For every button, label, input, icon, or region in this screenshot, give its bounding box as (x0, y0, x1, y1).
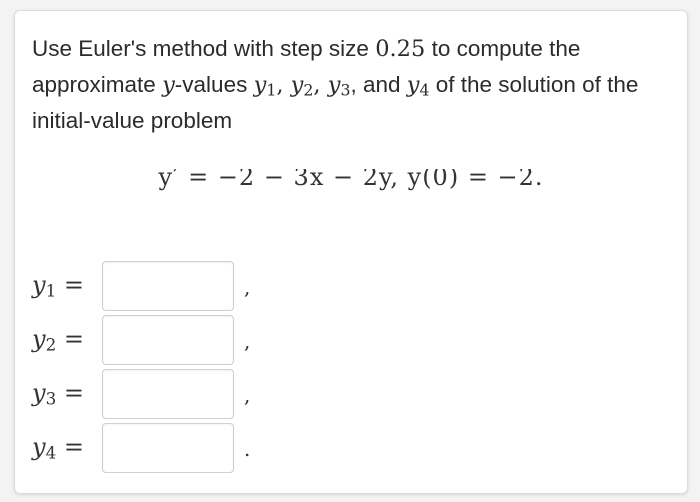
problem-statement: Use Euler's method with step size 0.25 t… (32, 31, 672, 139)
y2-symbol: y (290, 72, 304, 98)
separator: , (313, 72, 328, 98)
y1-answer-input[interactable] (102, 261, 234, 311)
trailing-comma: , (244, 329, 251, 353)
y3-answer-input[interactable] (102, 369, 234, 419)
y2-label: y2 = (32, 325, 84, 355)
y4-answer-input[interactable] (102, 423, 234, 473)
y3-symbol: y (327, 72, 341, 98)
y4-label: y4 = (32, 433, 84, 463)
step-size-value: 0.25 (375, 36, 426, 62)
y2-subscript: 2 (303, 80, 314, 100)
separator: , (276, 72, 291, 98)
y-variable: y (162, 72, 175, 98)
initial-value-equation: y′ = −2 − 3x − 2y, y(0) = −2. (15, 169, 687, 195)
y1-subscript: 1 (266, 80, 277, 100)
answer-row-y1: y1 = , (15, 261, 687, 315)
prompt-text: -values (174, 72, 254, 97)
answer-row-y4: y4 = . (15, 423, 687, 477)
prompt-text: Use Euler's method with step size (32, 36, 376, 61)
question-card: Use Euler's method with step size 0.25 t… (14, 10, 688, 494)
trailing-comma: , (244, 275, 251, 299)
trailing-comma: , (244, 383, 251, 407)
y3-label: y3 = (32, 379, 84, 409)
y1-symbol: y (253, 72, 267, 98)
answer-row-y3: y3 = , (15, 369, 687, 423)
y2-answer-input[interactable] (102, 315, 234, 365)
y3-subscript: 3 (340, 80, 351, 100)
prompt-text: , and (350, 72, 407, 97)
trailing-period: . (244, 437, 251, 461)
y4-subscript: 4 (419, 80, 430, 100)
y4-symbol: y (406, 72, 420, 98)
y1-label: y1 = (32, 271, 84, 301)
answer-row-y2: y2 = , (15, 315, 687, 369)
equation-text: y′ = −2 − 3x − 2y, y(0) = −2. (158, 169, 544, 191)
